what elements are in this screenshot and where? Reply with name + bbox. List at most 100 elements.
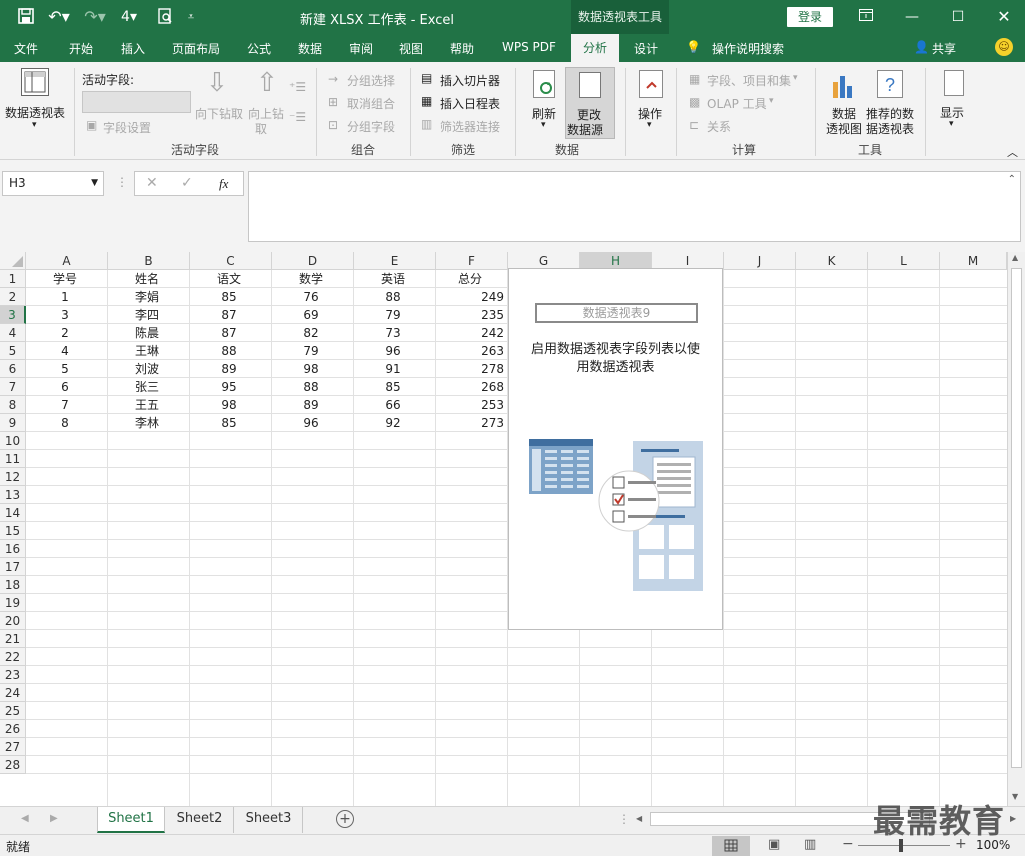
tab-insert[interactable]: 插入 xyxy=(121,40,145,57)
row-header-20[interactable]: 20 xyxy=(0,612,26,630)
cell-f1[interactable]: 总分 xyxy=(436,270,504,288)
cell-a1[interactable]: 学号 xyxy=(26,270,104,288)
cell-b7[interactable]: 张三 xyxy=(108,378,186,396)
recommended-pivot-line2[interactable]: 据透视表 xyxy=(866,120,914,137)
column-header-c[interactable]: C xyxy=(190,252,272,270)
scroll-right-icon[interactable]: ▶ xyxy=(1010,814,1016,823)
tab-data[interactable]: 数据 xyxy=(298,40,322,57)
tab-home[interactable]: 开始 xyxy=(69,40,93,57)
cell-a4[interactable]: 2 xyxy=(26,324,104,342)
cell-c3[interactable]: 87 xyxy=(190,306,268,324)
cell-c2[interactable]: 85 xyxy=(190,288,268,306)
tell-me-search[interactable]: 操作说明搜索 xyxy=(712,40,784,57)
cell-c1[interactable]: 语文 xyxy=(190,270,268,288)
cell-b9[interactable]: 李林 xyxy=(108,414,186,432)
refresh-chevron-icon[interactable]: ▾ xyxy=(541,120,546,130)
customize-qat-icon[interactable]: ⩡ xyxy=(182,8,200,26)
tab-split-grip-icon[interactable]: ⋮ xyxy=(618,812,630,826)
scroll-down-icon[interactable]: ▼ xyxy=(1012,792,1018,801)
cell-a7[interactable]: 6 xyxy=(26,378,104,396)
cell-f6[interactable]: 278 xyxy=(436,360,504,378)
zoom-out-icon[interactable]: − xyxy=(842,836,854,852)
cell-b3[interactable]: 李四 xyxy=(108,306,186,324)
cell-b1[interactable]: 姓名 xyxy=(108,270,186,288)
ribbon-display-options-icon[interactable] xyxy=(855,6,877,28)
page-break-view-icon[interactable]: ▥ xyxy=(804,837,816,852)
cell-e1[interactable]: 英语 xyxy=(354,270,432,288)
row-header-19[interactable]: 19 xyxy=(0,594,26,612)
scroll-up-icon[interactable]: ▲ xyxy=(1012,253,1018,262)
prev-sheet-icon[interactable]: ◀ xyxy=(21,813,29,824)
insert-slicer-button[interactable]: 插入切片器 xyxy=(440,72,500,89)
cell-e7[interactable]: 85 xyxy=(354,378,432,396)
insert-timeline-button[interactable]: 插入日程表 xyxy=(440,95,500,112)
tab-page-layout[interactable]: 页面布局 xyxy=(172,40,220,57)
cell-b4[interactable]: 陈晨 xyxy=(108,324,186,342)
row-header-17[interactable]: 17 xyxy=(0,558,26,576)
row-header-22[interactable]: 22 xyxy=(0,648,26,666)
tab-help[interactable]: 帮助 xyxy=(450,40,474,57)
cell-f5[interactable]: 263 xyxy=(436,342,504,360)
add-sheet-icon[interactable]: + xyxy=(336,810,354,828)
cell-b8[interactable]: 王五 xyxy=(108,396,186,414)
row-header-11[interactable]: 11 xyxy=(0,450,26,468)
row-header-7[interactable]: 7 xyxy=(0,378,26,396)
column-header-m[interactable]: M xyxy=(940,252,1007,270)
undo-icon[interactable]: ↶▾ xyxy=(46,8,72,26)
row-header-1[interactable]: 1 xyxy=(0,270,26,288)
cell-c4[interactable]: 87 xyxy=(190,324,268,342)
insert-function-icon[interactable]: fx xyxy=(219,176,228,192)
tab-review[interactable]: 审阅 xyxy=(349,40,373,57)
name-box-chevron-icon[interactable]: ▼ xyxy=(91,172,98,195)
cell-c6[interactable]: 89 xyxy=(190,360,268,378)
cell-e5[interactable]: 96 xyxy=(354,342,432,360)
cell-c9[interactable]: 85 xyxy=(190,414,268,432)
cell-e3[interactable]: 79 xyxy=(354,306,432,324)
format-painter-icon[interactable]: 4▾ xyxy=(116,8,142,26)
row-header-8[interactable]: 8 xyxy=(0,396,26,414)
tab-file[interactable]: 文件 xyxy=(14,40,38,57)
cell-a2[interactable]: 1 xyxy=(26,288,104,306)
cell-f2[interactable]: 249 xyxy=(436,288,504,306)
row-header-24[interactable]: 24 xyxy=(0,684,26,702)
change-data-source-button[interactable]: 更改 数据源 xyxy=(565,67,615,139)
sheet-tab-sheet3[interactable]: Sheet3 xyxy=(235,807,303,833)
row-header-3[interactable]: 3 xyxy=(0,306,26,324)
column-header-l[interactable]: L xyxy=(868,252,940,270)
sheet-tab-sheet2[interactable]: Sheet2 xyxy=(166,807,234,833)
cell-b2[interactable]: 李娟 xyxy=(108,288,186,306)
tab-analyze[interactable]: 分析 xyxy=(571,34,619,62)
scroll-left-icon[interactable]: ◀ xyxy=(636,814,642,823)
login-button[interactable]: 登录 xyxy=(787,7,833,27)
row-header-26[interactable]: 26 xyxy=(0,720,26,738)
cell-e9[interactable]: 92 xyxy=(354,414,432,432)
cell-a5[interactable]: 4 xyxy=(26,342,104,360)
row-header-15[interactable]: 15 xyxy=(0,522,26,540)
cell-c7[interactable]: 95 xyxy=(190,378,268,396)
row-header-2[interactable]: 2 xyxy=(0,288,26,306)
cell-b6[interactable]: 刘波 xyxy=(108,360,186,378)
tab-wps-pdf[interactable]: WPS PDF xyxy=(502,40,556,54)
column-header-f[interactable]: F xyxy=(436,252,508,270)
cell-d7[interactable]: 88 xyxy=(272,378,350,396)
pivot-table-placeholder[interactable]: 数据透视表9 启用数据透视表字段列表以使 用数据透视表 xyxy=(508,268,723,630)
row-header-14[interactable]: 14 xyxy=(0,504,26,522)
page-layout-view-icon[interactable]: ▣ xyxy=(768,837,780,852)
share-button[interactable]: 共享 xyxy=(932,40,956,57)
tab-design[interactable]: 设计 xyxy=(634,40,658,57)
row-header-16[interactable]: 16 xyxy=(0,540,26,558)
cell-e4[interactable]: 73 xyxy=(354,324,432,342)
tab-formulas[interactable]: 公式 xyxy=(247,40,271,57)
cell-a8[interactable]: 7 xyxy=(26,396,104,414)
next-sheet-icon[interactable]: ▶ xyxy=(50,813,58,824)
row-header-21[interactable]: 21 xyxy=(0,630,26,648)
show-chevron-icon[interactable]: ▾ xyxy=(949,119,954,129)
row-header-25[interactable]: 25 xyxy=(0,702,26,720)
cell-d2[interactable]: 76 xyxy=(272,288,350,306)
smiley-feedback-icon[interactable]: ☺ xyxy=(995,38,1013,56)
collapse-ribbon-icon[interactable]: ︿ xyxy=(1007,144,1018,160)
column-header-a[interactable]: A xyxy=(26,252,108,270)
cell-a6[interactable]: 5 xyxy=(26,360,104,378)
column-header-e[interactable]: E xyxy=(354,252,436,270)
vertical-scrollbar[interactable]: ▲ ▼ xyxy=(1007,252,1025,806)
